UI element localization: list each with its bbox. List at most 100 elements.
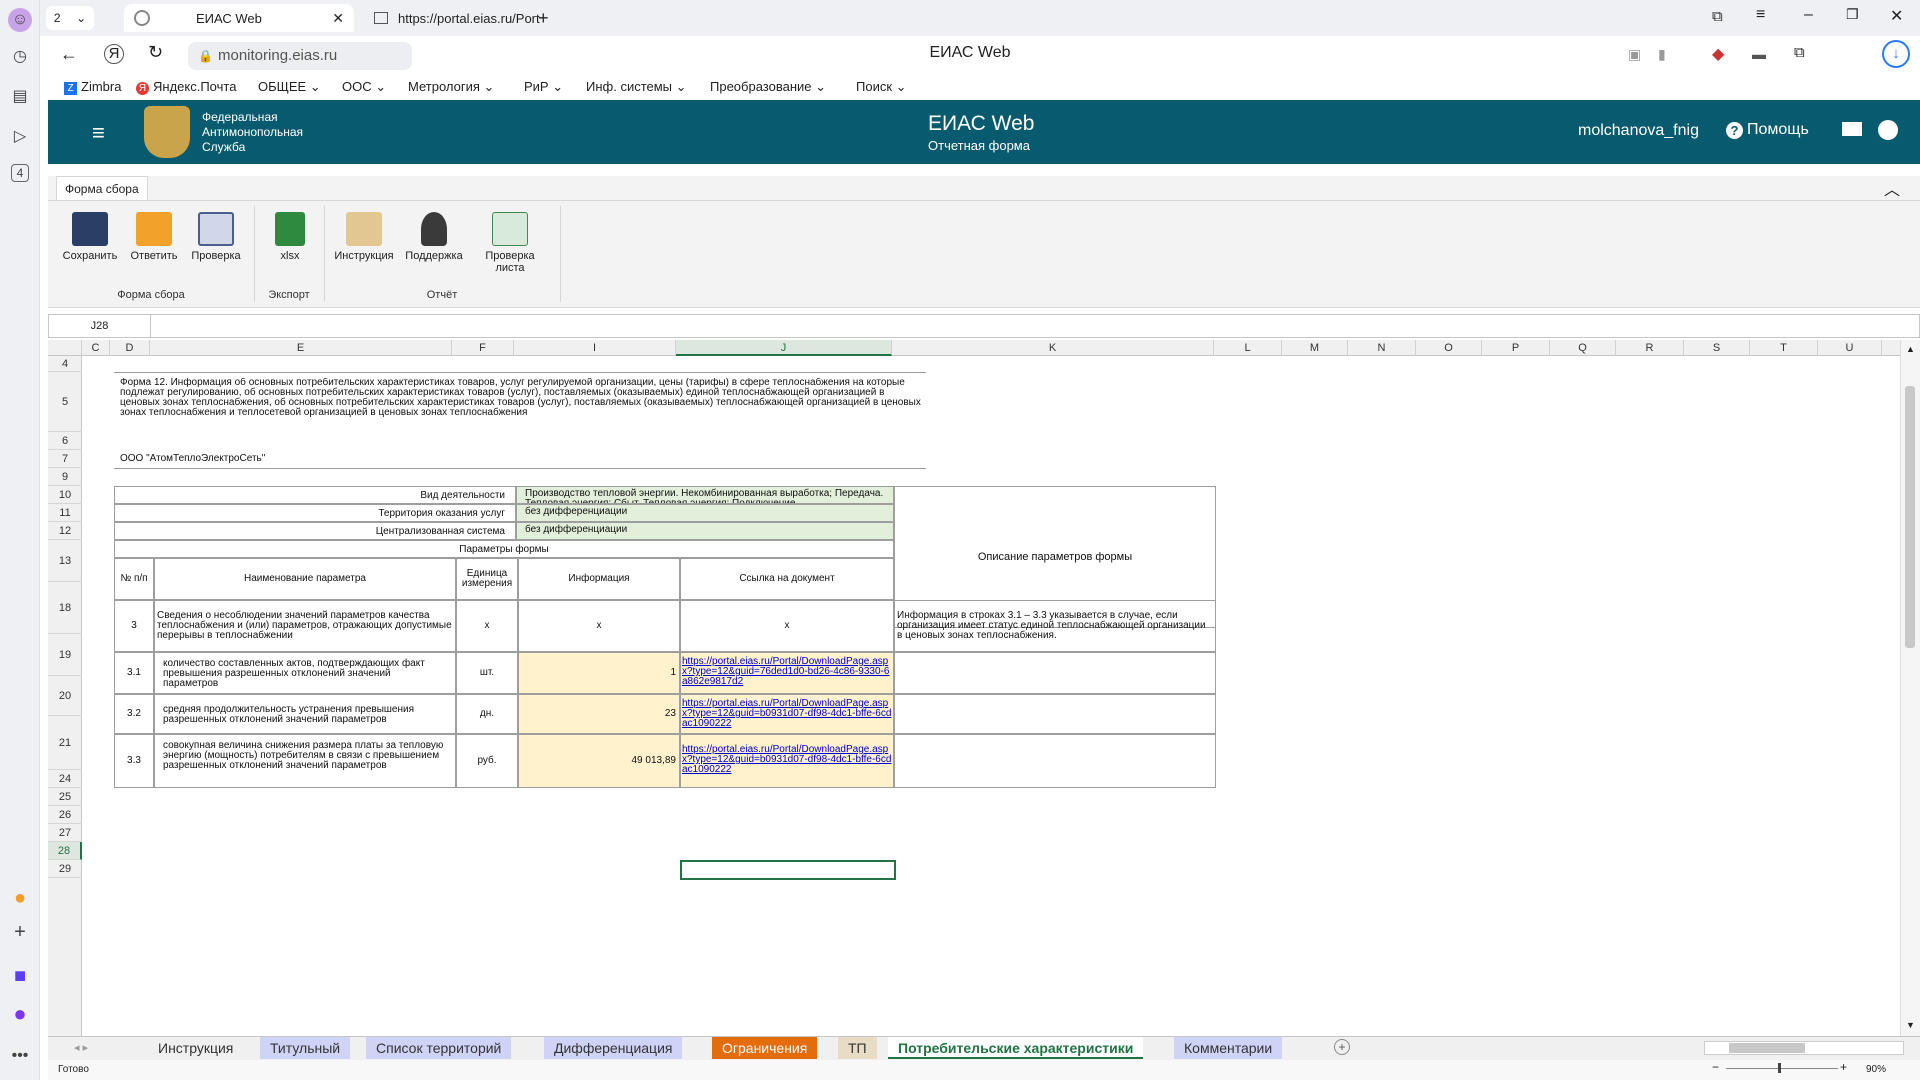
sheet-tab-title[interactable]: Титульный <box>260 1037 351 1059</box>
column-header[interactable]: E <box>150 340 452 356</box>
yandex-icon[interactable]: Я <box>104 44 124 64</box>
alice-icon[interactable]: ● <box>8 1001 32 1026</box>
export-xlsx-button[interactable]: xlsx <box>258 212 322 262</box>
row-header[interactable]: 24 <box>48 770 82 788</box>
minimize-icon[interactable]: – <box>1804 6 1813 24</box>
close-window-icon[interactable]: ✕ <box>1890 6 1903 26</box>
zoom-handle[interactable] <box>1778 1063 1781 1073</box>
reader-icon[interactable]: ▣ <box>1628 46 1641 63</box>
vertical-scrollbar[interactable]: ▲ ▼ <box>1900 340 1920 1036</box>
formula-input[interactable] <box>153 315 1917 337</box>
sheet-tab-consumer-characteristics[interactable]: Потребительские характеристики <box>888 1037 1144 1059</box>
bookmarks-panel-icon[interactable]: ⧉ <box>1712 8 1723 25</box>
column-header[interactable]: U <box>1818 340 1882 356</box>
bookmark-icon[interactable]: ▮ <box>1658 46 1666 63</box>
row-info-input[interactable]: 49 013,89 <box>518 734 680 788</box>
row-header[interactable]: 13 <box>48 540 82 582</box>
row-header[interactable]: 20 <box>48 676 82 716</box>
sheet-tab-tp[interactable]: ТП <box>838 1037 877 1059</box>
horizontal-scrollbar[interactable] <box>1704 1041 1904 1055</box>
add-sheet-icon[interactable]: + <box>1334 1039 1350 1055</box>
collapse-ribbon-icon[interactable]: ︿ <box>1884 176 1900 200</box>
tab-portal[interactable]: https://portal.eias.ru/Port <box>364 4 564 32</box>
row-header[interactable]: 5 <box>48 372 82 432</box>
bookmark-folder-search[interactable]: Поиск ⌄ <box>856 79 907 95</box>
column-header[interactable]: K <box>892 340 1214 356</box>
row-document-link[interactable]: https://portal.eias.ru/Portal/DownloadPa… <box>680 652 894 694</box>
param-value[interactable]: без дифференциации <box>516 522 894 540</box>
sheet-tab-territories[interactable]: Список территорий <box>366 1037 512 1059</box>
sheet-tab-differentiation[interactable]: Дифференциация <box>544 1037 683 1059</box>
hamburger-menu-icon[interactable]: ≡ <box>92 120 105 146</box>
row-header[interactable]: 21 <box>48 716 82 770</box>
row-header[interactable]: 29 <box>48 860 82 878</box>
extension-icon[interactable]: ◆ <box>1712 44 1724 64</box>
downloads-icon[interactable]: ↓ <box>1882 40 1910 68</box>
row-header[interactable]: 9 <box>48 468 82 486</box>
scroll-tabs-left-icon[interactable]: ◂ ▸ <box>74 1041 88 1054</box>
bookmark-folder-infsys[interactable]: Инф. системы ⌄ <box>586 79 687 95</box>
row-header[interactable]: 19 <box>48 634 82 676</box>
column-header[interactable]: C <box>82 340 110 356</box>
support-button[interactable]: Поддержка <box>402 212 466 262</box>
more-icon[interactable]: ••• <box>8 1044 32 1068</box>
instruction-button[interactable]: Инструкция <box>332 212 396 262</box>
sheet-tab-comments[interactable]: Комментарии <box>1174 1037 1283 1059</box>
maximize-icon[interactable]: ❐ <box>1846 6 1859 23</box>
video-icon[interactable]: ▷ <box>8 124 32 148</box>
help-link[interactable]: ? Помощь <box>1726 121 1809 139</box>
bookmark-folder-transform[interactable]: Преобразование ⌄ <box>710 79 826 95</box>
sheet-tab-instruction[interactable]: Инструкция <box>148 1037 243 1059</box>
collections-icon[interactable]: ▤ <box>8 84 32 108</box>
row-header[interactable]: 4 <box>48 356 82 372</box>
counter-icon[interactable]: 4 <box>11 164 29 182</box>
row-header[interactable]: 11 <box>48 504 82 522</box>
close-tab-icon[interactable]: ✕ <box>332 10 344 27</box>
scroll-down-icon[interactable]: ▼ <box>1906 1020 1915 1030</box>
cell-reference-box[interactable]: J28 <box>49 315 151 337</box>
row-document-link[interactable]: https://portal.eias.ru/Portal/DownloadPa… <box>680 734 894 788</box>
column-header[interactable]: O <box>1416 340 1482 356</box>
row-info-input[interactable]: 1 <box>518 652 680 694</box>
row-header[interactable]: 10 <box>48 486 82 504</box>
profile-avatar-icon[interactable]: ☺ <box>8 8 32 32</box>
column-header[interactable]: S <box>1684 340 1750 356</box>
row-header[interactable]: 12 <box>48 522 82 540</box>
bookmark-zimbra[interactable]: Z Zimbra <box>64 79 121 95</box>
check-button[interactable]: Проверка <box>184 212 248 262</box>
tab-eias-web[interactable]: ЕИАС Web ✕ <box>124 4 354 32</box>
column-header[interactable]: N <box>1348 340 1416 356</box>
reload-icon[interactable]: ↻ <box>148 42 163 63</box>
add-panel-icon[interactable]: + <box>8 920 32 944</box>
sheet-check-button[interactable]: Проверка листа <box>476 212 544 274</box>
sheet-tab-restrictions[interactable]: Ограничения <box>712 1037 818 1059</box>
param-value[interactable]: Производство тепловой энергии. Некомбини… <box>516 486 894 504</box>
param-value[interactable]: без дифференциации <box>516 504 894 522</box>
username[interactable]: molchanova_fnig <box>1578 122 1699 140</box>
select-all-corner[interactable] <box>48 340 82 356</box>
tab-counter-button[interactable]: 2 ⌄ <box>46 6 94 30</box>
menu-icon[interactable]: ≡ <box>1756 6 1765 24</box>
row-header[interactable]: 6 <box>48 432 82 450</box>
column-header[interactable]: L <box>1214 340 1282 356</box>
adblock-icon[interactable]: ▬ <box>1752 46 1766 62</box>
back-icon[interactable]: ← <box>60 44 78 65</box>
column-header[interactable]: F <box>452 340 514 356</box>
bookmark-folder-general[interactable]: ОБЩЕЕ ⌄ <box>258 79 321 95</box>
bookmark-folder-rir[interactable]: РиР ⌄ <box>524 79 563 95</box>
row-info-input[interactable]: 23 <box>518 694 680 734</box>
url-bar[interactable]: 🔒 monitoring.eias.ru <box>188 42 412 70</box>
row-header[interactable]: 7 <box>48 450 82 468</box>
ribbon-tab-form[interactable]: Форма сбора <box>56 176 148 200</box>
hscroll-thumb[interactable] <box>1729 1043 1805 1053</box>
row-header-selected[interactable]: 28 <box>48 842 82 860</box>
scroll-up-icon[interactable]: ▲ <box>1906 344 1915 354</box>
selected-cell[interactable] <box>680 860 896 880</box>
row-header[interactable]: 25 <box>48 788 82 806</box>
column-header[interactable]: R <box>1616 340 1684 356</box>
scroll-thumb[interactable] <box>1905 386 1915 648</box>
column-header[interactable]: D <box>110 340 150 356</box>
column-header[interactable]: M <box>1282 340 1348 356</box>
row-header[interactable]: 18 <box>48 582 82 634</box>
zoom-slider[interactable]: − + <box>1712 1060 1852 1076</box>
